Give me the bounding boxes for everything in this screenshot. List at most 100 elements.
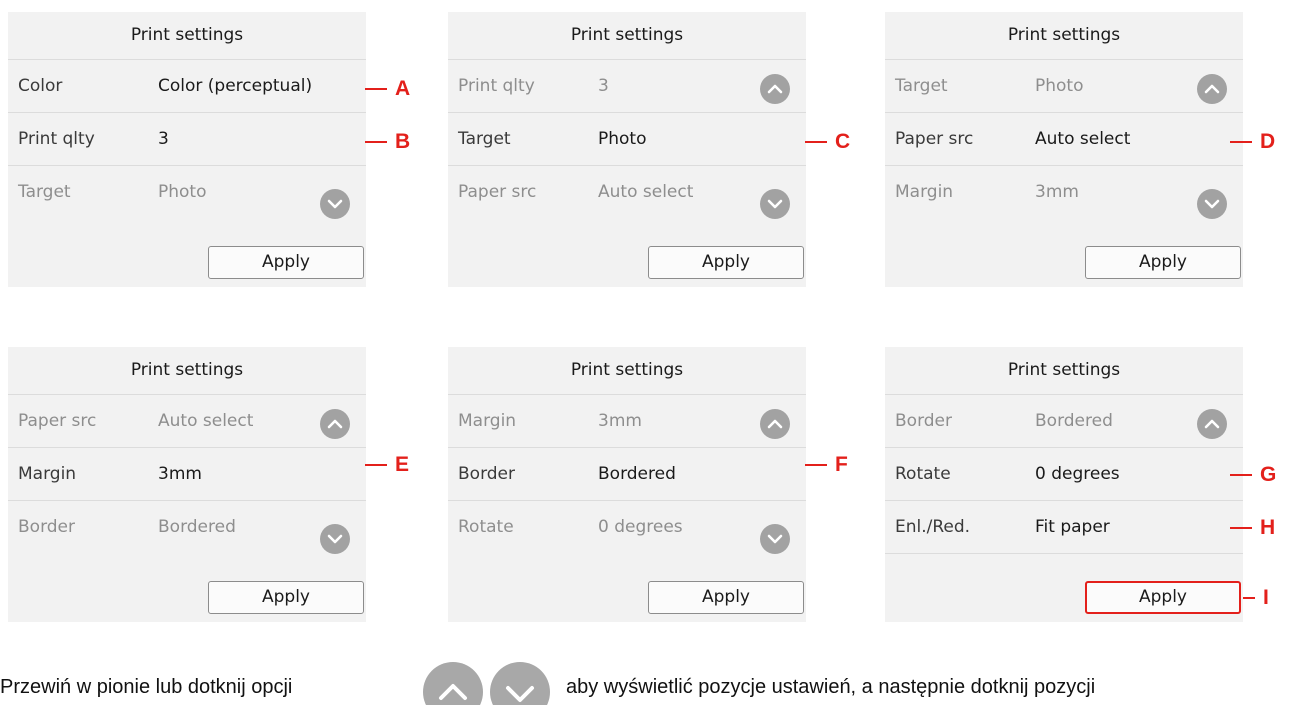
scroll-down-button[interactable]: [760, 524, 790, 554]
chevron-down-icon: [767, 199, 783, 209]
setting-row-print-qlty[interactable]: Print qlty 3: [448, 60, 806, 113]
scroll-up-button[interactable]: [1197, 409, 1227, 439]
setting-value: Bordered: [158, 517, 236, 537]
setting-label: Paper src: [895, 129, 974, 149]
setting-value: Photo: [598, 129, 647, 149]
setting-row-enl-red[interactable]: Enl./Red. Fit paper: [885, 501, 1243, 554]
setting-value: Photo: [158, 182, 207, 202]
apply-button[interactable]: Apply: [208, 246, 364, 279]
scroll-up-button[interactable]: [760, 74, 790, 104]
callout-line: [1230, 527, 1252, 529]
setting-value: 3: [158, 129, 169, 149]
callout-line: [1230, 474, 1252, 476]
instruction-text-start: Przewiń w pionie lub dotknij opcji: [0, 676, 293, 698]
chevron-up-icon: [767, 84, 783, 94]
callout-line: [365, 88, 387, 90]
print-settings-panel-1: Print settings Color Color (perceptual) …: [8, 12, 366, 287]
print-settings-panel-2: Print settings Print qlty 3 Target Photo…: [448, 12, 806, 287]
setting-row-margin[interactable]: Margin 3mm: [885, 166, 1243, 218]
setting-label: Rotate: [895, 464, 951, 484]
setting-row-rotate[interactable]: Rotate 0 degrees: [885, 448, 1243, 501]
callout-letter: A: [395, 77, 411, 100]
setting-label: Target: [895, 76, 948, 96]
print-settings-panel-3: Print settings Target Photo Paper src Au…: [885, 12, 1243, 287]
setting-row-paper-src[interactable]: Paper src Auto select: [885, 113, 1243, 166]
scroll-up-button[interactable]: [320, 409, 350, 439]
callout-letter: B: [395, 130, 411, 153]
setting-row-target[interactable]: Target Photo: [448, 113, 806, 166]
callout-line: [805, 464, 827, 466]
scroll-down-button[interactable]: [320, 524, 350, 554]
print-settings-panel-5: Print settings Margin 3mm Border Bordere…: [448, 347, 806, 622]
chevron-down-icon: [327, 534, 343, 544]
chevron-up-icon: [1204, 419, 1220, 429]
setting-label: Enl./Red.: [895, 517, 971, 537]
setting-row-border[interactable]: Border Bordered: [8, 501, 366, 553]
chevron-up-icon: [439, 684, 467, 700]
scroll-down-icon-sample: [490, 662, 550, 705]
chevron-down-icon: [1204, 199, 1220, 209]
setting-value: Color (perceptual): [158, 76, 313, 96]
setting-row-paper-src[interactable]: Paper src Auto select: [448, 166, 806, 218]
setting-label: Border: [18, 517, 75, 537]
setting-value: Bordered: [598, 464, 676, 484]
setting-label: Border: [458, 464, 515, 484]
callout-letter: H: [1260, 516, 1276, 539]
chevron-down-icon: [767, 534, 783, 544]
setting-label: Print qlty: [18, 129, 95, 149]
setting-label: Margin: [895, 182, 954, 202]
chevron-up-icon: [327, 419, 343, 429]
setting-row-border[interactable]: Border Bordered: [885, 395, 1243, 448]
setting-label: Border: [895, 411, 952, 431]
instruction-text-end: aby wyświetlić pozycje ustawień, a nastę…: [566, 676, 1096, 698]
callout-letter: E: [395, 453, 410, 476]
setting-row-margin[interactable]: Margin 3mm: [8, 448, 366, 501]
setting-value: 0 degrees: [598, 517, 683, 537]
callout-letter: C: [835, 130, 851, 153]
panel-title: Print settings: [448, 347, 806, 395]
setting-row-target[interactable]: Target Photo: [885, 60, 1243, 113]
setting-row-print-qlty[interactable]: Print qlty 3: [8, 113, 366, 166]
print-settings-panel-4: Print settings Paper src Auto select Mar…: [8, 347, 366, 622]
callout-letter: G: [1260, 463, 1277, 486]
apply-button[interactable]: Apply: [1085, 581, 1241, 614]
chevron-down-icon: [506, 686, 534, 702]
instruction-text: Przewiń w pionie lub dotknij opcji aby w…: [0, 662, 1290, 705]
apply-button[interactable]: Apply: [208, 581, 364, 614]
apply-button[interactable]: Apply: [1085, 246, 1241, 279]
callout-line: [1243, 597, 1255, 599]
scroll-down-button[interactable]: [320, 189, 350, 219]
setting-label: Margin: [458, 411, 517, 431]
setting-row-paper-src[interactable]: Paper src Auto select: [8, 395, 366, 448]
scroll-down-button[interactable]: [760, 189, 790, 219]
apply-button[interactable]: Apply: [648, 581, 804, 614]
setting-value: Auto select: [1035, 129, 1131, 149]
print-settings-panel-6: Print settings Border Bordered Rotate 0 …: [885, 347, 1243, 622]
scroll-down-button[interactable]: [1197, 189, 1227, 219]
scroll-up-button[interactable]: [760, 409, 790, 439]
setting-row-margin[interactable]: Margin 3mm: [448, 395, 806, 448]
callout-line: [365, 141, 387, 143]
scroll-up-button[interactable]: [1197, 74, 1227, 104]
setting-value: Fit paper: [1035, 517, 1110, 537]
setting-label: Paper src: [18, 411, 97, 431]
setting-row-color[interactable]: Color Color (perceptual): [8, 60, 366, 113]
setting-row-target[interactable]: Target Photo: [8, 166, 366, 218]
setting-row-border[interactable]: Border Bordered: [448, 448, 806, 501]
scroll-up-icon-sample: [423, 662, 483, 705]
callout-letter: D: [1260, 130, 1276, 153]
chevron-up-icon: [767, 419, 783, 429]
panel-title: Print settings: [885, 347, 1243, 395]
setting-label: Rotate: [458, 517, 514, 537]
setting-value: Auto select: [598, 182, 694, 202]
setting-value: 3mm: [598, 411, 642, 431]
setting-value: 3mm: [1035, 182, 1079, 202]
callout-line: [805, 141, 827, 143]
panel-title: Print settings: [8, 347, 366, 395]
setting-value: 3mm: [158, 464, 202, 484]
setting-value: 0 degrees: [1035, 464, 1120, 484]
apply-button[interactable]: Apply: [648, 246, 804, 279]
setting-value: Auto select: [158, 411, 254, 431]
setting-row-rotate[interactable]: Rotate 0 degrees: [448, 501, 806, 553]
setting-label: Target: [458, 129, 511, 149]
